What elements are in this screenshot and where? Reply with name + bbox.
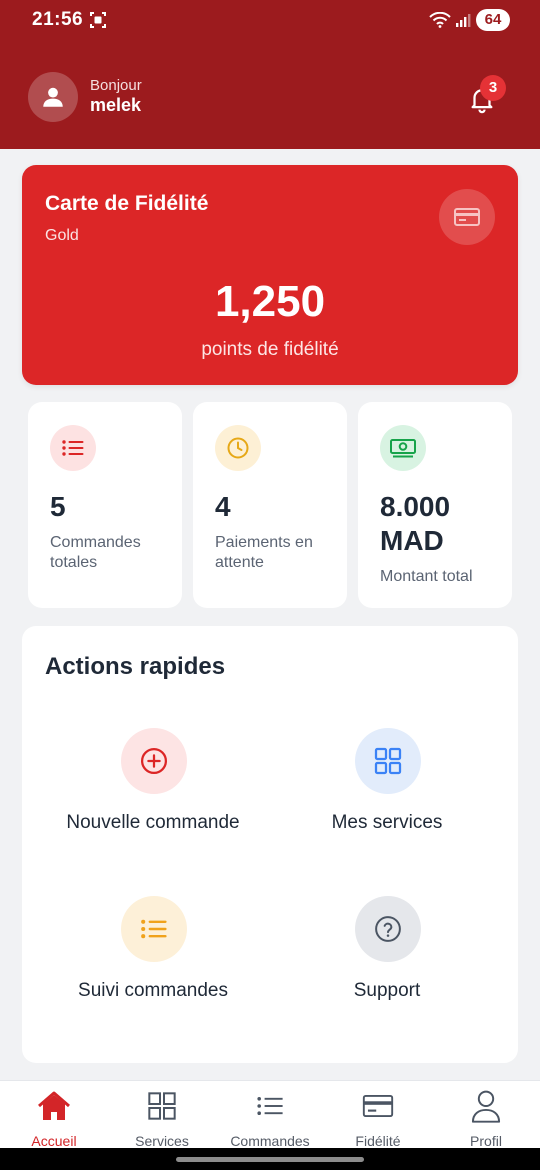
grid-icon <box>355 728 421 794</box>
credit-card-icon <box>360 1089 396 1123</box>
stat-label: Paiements en attente <box>215 534 313 571</box>
action-label: Mes services <box>331 812 443 833</box>
nav-loyalty[interactable]: Fidélité <box>324 1081 432 1149</box>
stat-label: Montant total <box>380 568 473 585</box>
grid-icon <box>144 1089 180 1123</box>
stat-value: 5 <box>50 491 66 522</box>
nav-label: Services <box>135 1133 189 1149</box>
support-button[interactable]: Support <box>270 896 504 1026</box>
list-icon <box>50 425 96 471</box>
avatar[interactable] <box>28 72 78 122</box>
loyalty-card-title: Carte de Fidélité <box>45 192 209 215</box>
user-icon <box>43 87 63 107</box>
stat-pending-payments[interactable]: 4 Paiements en attente <box>193 402 347 608</box>
stat-total-orders[interactable]: 5 Commandes totales <box>28 402 182 608</box>
bottom-navigation: Accueil Services Commandes Fidélité Prof… <box>0 1080 540 1149</box>
loyalty-points-label: points de fidélité <box>201 339 339 360</box>
list-icon <box>121 896 187 962</box>
plus-circle-icon <box>121 728 187 794</box>
user-icon <box>468 1089 504 1123</box>
credit-card-icon <box>439 189 495 245</box>
status-bar: 21:56 64 <box>0 0 540 40</box>
nav-label: Profil <box>470 1133 502 1149</box>
action-label: Suivi commandes <box>78 980 228 1001</box>
username: melek <box>90 95 142 115</box>
loyalty-tier: Gold <box>45 227 79 244</box>
nav-services[interactable]: Services <box>108 1081 216 1149</box>
greeting-text: Bonjour <box>90 77 142 94</box>
action-label: Support <box>353 980 421 1001</box>
notification-badge: 3 <box>480 75 506 101</box>
nav-label: Commandes <box>230 1133 310 1149</box>
stat-total-amount[interactable]: 8.000 MAD Montant total <box>358 402 512 608</box>
signal-icon <box>455 12 471 33</box>
quick-actions-title: Actions rapides <box>45 653 226 680</box>
nav-profile[interactable]: Profil <box>432 1081 540 1149</box>
help-circle-icon <box>355 896 421 962</box>
clock-icon <box>215 425 261 471</box>
my-services-button[interactable]: Mes services <box>270 728 504 858</box>
action-label: Nouvelle commande <box>66 812 240 833</box>
loyalty-points: 1,250 <box>214 277 326 326</box>
list-icon <box>252 1089 288 1123</box>
battery-indicator: 64 <box>476 9 510 31</box>
money-icon <box>380 425 426 471</box>
home-icon <box>36 1089 72 1123</box>
status-time: 21:56 <box>32 9 84 30</box>
nav-orders[interactable]: Commandes <box>216 1081 324 1149</box>
system-gesture-bar <box>0 1148 540 1170</box>
quick-actions-panel: Actions rapides Nouvelle commande Mes se… <box>22 626 518 1063</box>
stat-value: 8.000 MAD <box>380 491 451 556</box>
nav-label: Accueil <box>31 1133 77 1149</box>
home-gesture-handle[interactable] <box>176 1157 364 1162</box>
wifi-icon <box>429 11 451 33</box>
loyalty-card[interactable]: Carte de Fidélité Gold 1,250 points de f… <box>22 165 518 385</box>
screen-record-icon <box>89 11 107 34</box>
new-order-button[interactable]: Nouvelle commande <box>36 728 270 858</box>
stat-value: 4 <box>215 491 231 522</box>
order-tracking-button[interactable]: Suivi commandes <box>36 896 270 1026</box>
nav-home[interactable]: Accueil <box>0 1081 108 1149</box>
nav-label: Fidélité <box>355 1133 401 1149</box>
stat-label: Commandes totales <box>50 534 141 571</box>
home-screen: 21:56 64 Bonjour melek 3 Carte de Fidéli… <box>0 0 540 1170</box>
